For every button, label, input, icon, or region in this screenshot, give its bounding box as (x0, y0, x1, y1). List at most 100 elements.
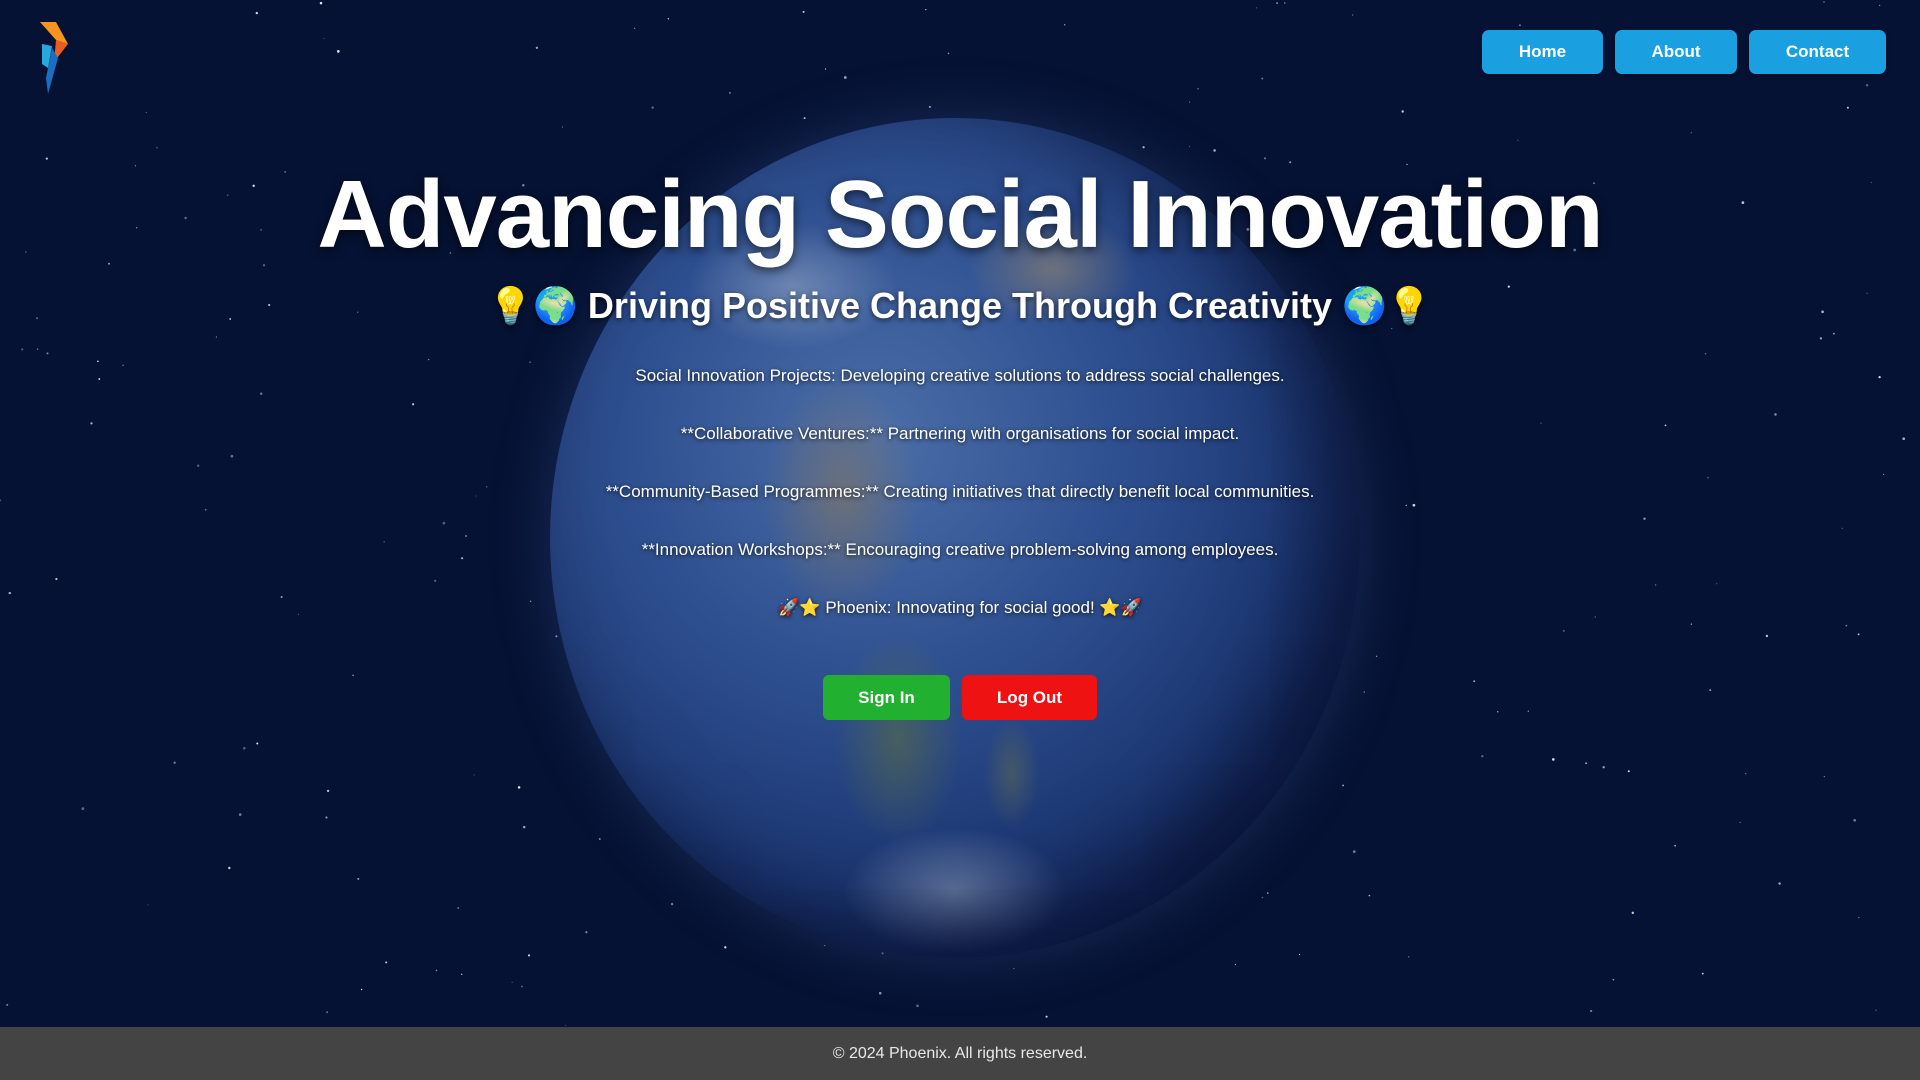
star (535, 46, 539, 49)
star (1627, 770, 1630, 773)
star (670, 902, 674, 906)
nav-contact-button[interactable]: Contact (1749, 30, 1886, 74)
star (1823, 1, 1825, 3)
star (1412, 503, 1416, 507)
star (442, 521, 446, 525)
star (1745, 772, 1747, 775)
star (1853, 818, 1857, 822)
star (1701, 972, 1704, 975)
nav-about-button[interactable]: About (1615, 30, 1737, 74)
star (947, 52, 950, 55)
nav-home-button[interactable]: Home (1482, 30, 1603, 74)
star (1405, 504, 1408, 507)
auth-actions: Sign In Log Out (0, 675, 1920, 720)
star (336, 50, 340, 53)
star (156, 147, 158, 149)
phoenix-logo-icon[interactable] (34, 18, 74, 98)
star (204, 508, 207, 511)
star (1841, 527, 1843, 529)
footer: © 2024 Phoenix. All rights reserved. (0, 1027, 1920, 1080)
star (1391, 328, 1393, 330)
star (1716, 583, 1718, 585)
sign-in-button[interactable]: Sign In (823, 675, 950, 720)
star (97, 360, 99, 363)
star (585, 931, 588, 934)
star (522, 825, 526, 829)
star (928, 105, 931, 108)
star (1846, 106, 1849, 109)
star (1833, 332, 1835, 335)
star (1778, 882, 1781, 885)
star (1819, 337, 1823, 340)
star (1013, 968, 1015, 970)
star (147, 904, 149, 906)
star (1518, 24, 1521, 27)
star (1298, 953, 1301, 956)
star (1517, 139, 1519, 141)
star (1879, 4, 1881, 6)
star (255, 11, 258, 15)
star (256, 742, 259, 745)
star (1857, 633, 1860, 636)
star (1352, 850, 1356, 853)
star (8, 591, 11, 595)
star (323, 37, 325, 39)
star (925, 8, 927, 11)
star (427, 358, 430, 361)
star (460, 973, 463, 976)
star (881, 952, 884, 955)
star (916, 1004, 919, 1008)
log-out-button[interactable]: Log Out (962, 675, 1097, 720)
star (1589, 1009, 1593, 1013)
star (411, 403, 415, 406)
star (1063, 23, 1066, 26)
star (464, 534, 468, 538)
star (55, 577, 58, 581)
star (1845, 624, 1848, 627)
star (215, 336, 217, 338)
star (517, 786, 521, 789)
top-navigation: Home About Contact (1482, 30, 1886, 74)
star (527, 954, 531, 957)
star (357, 877, 360, 880)
star (173, 761, 176, 764)
star (1654, 584, 1657, 586)
star (434, 579, 437, 582)
star (651, 106, 654, 109)
star (1774, 413, 1777, 416)
star (511, 981, 513, 983)
star (1197, 87, 1199, 90)
star (1858, 916, 1860, 919)
tagline-paragraph: 🚀⭐ Phoenix: Innovating for social good! … (778, 598, 1142, 617)
star (360, 988, 363, 991)
star (824, 68, 827, 70)
star (1045, 1015, 1048, 1018)
star (1352, 14, 1354, 16)
star (1690, 132, 1692, 134)
star (1865, 83, 1869, 87)
page-title: Advancing Social Innovation (317, 161, 1603, 268)
star (724, 946, 727, 949)
star (1255, 7, 1258, 9)
star (667, 18, 670, 20)
collaborative-ventures-paragraph: **Collaborative Ventures:** Partnering w… (680, 424, 1240, 443)
copyright-text: © 2024 Phoenix. All rights reserved. (832, 1044, 1088, 1062)
star (555, 635, 558, 638)
star (1875, 1009, 1877, 1011)
star (521, 985, 523, 988)
star (385, 961, 388, 964)
star (1213, 149, 1216, 152)
star (803, 117, 806, 120)
star (1368, 894, 1371, 897)
star (1284, 2, 1286, 4)
star (634, 27, 636, 29)
star (1142, 146, 1145, 149)
star (1261, 896, 1264, 899)
star (1602, 766, 1605, 769)
star (1267, 892, 1269, 894)
star (1765, 634, 1769, 638)
star (1562, 629, 1565, 632)
star (878, 991, 882, 995)
star (564, 1024, 566, 1027)
star (1401, 110, 1404, 113)
